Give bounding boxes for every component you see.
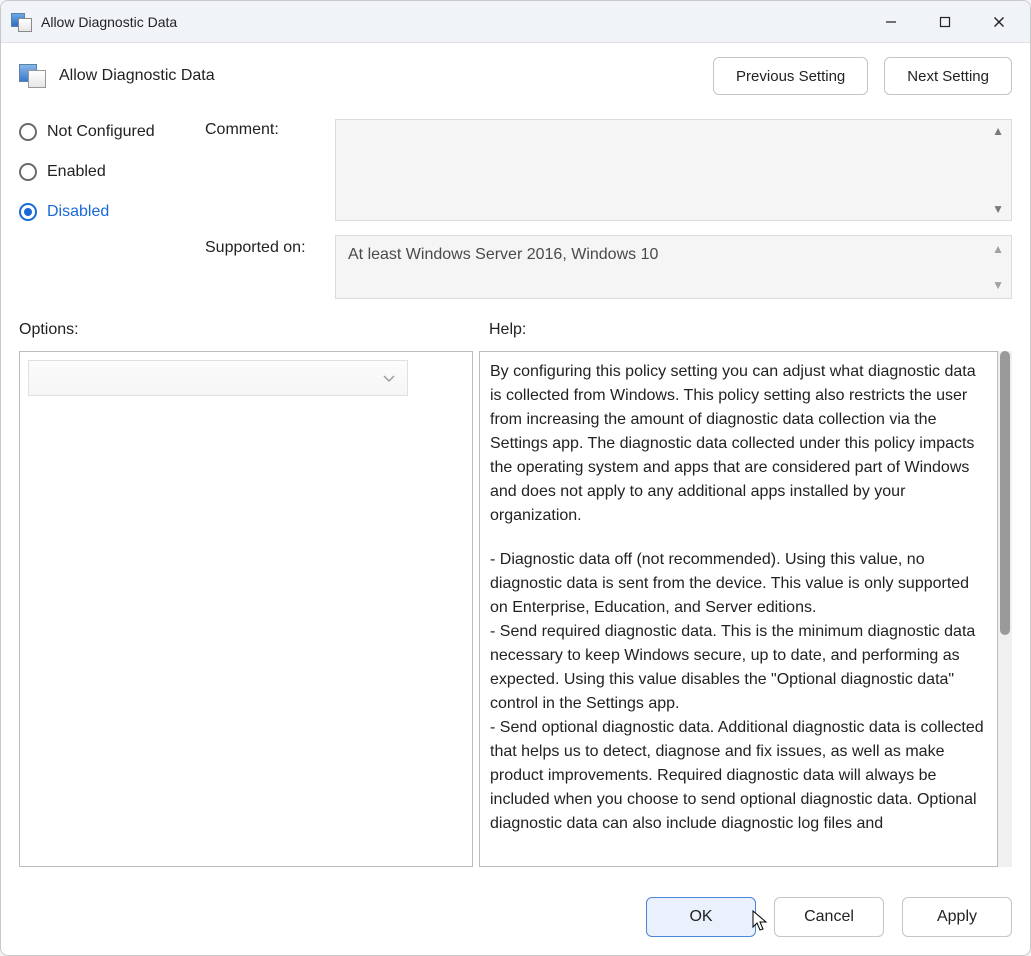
help-panel: By configuring this policy setting you c… [479, 351, 998, 867]
radio-icon [19, 203, 37, 221]
radio-icon [19, 123, 37, 141]
help-scrollbar[interactable] [998, 351, 1012, 867]
radio-disabled[interactable]: Disabled [19, 203, 205, 221]
radio-label: Enabled [47, 163, 106, 181]
chevron-down-icon [383, 370, 395, 387]
supported-on-label: Supported on: [205, 221, 335, 299]
panels: By configuring this policy setting you c… [19, 351, 1012, 867]
policy-name: Allow Diagnostic Data [59, 67, 697, 85]
dialog-footer: OK Cancel Apply [1, 881, 1030, 955]
options-label: Options: [19, 321, 479, 339]
section-labels: Options: Help: [19, 321, 1012, 339]
maximize-button[interactable] [918, 1, 972, 43]
help-item: - Diagnostic data off (not recommended).… [490, 548, 987, 620]
top-section: Not Configured Enabled Disabled Comment:… [19, 119, 1012, 299]
supported-on-field: At least Windows Server 2016, Windows 10… [335, 235, 1012, 299]
dialog-window: Allow Diagnostic Data Allow Diagnostic D… [0, 0, 1031, 956]
help-item: - Send optional diagnostic data. Additio… [490, 716, 987, 836]
supported-on-text: At least Windows Server 2016, Windows 10 [348, 246, 658, 264]
policy-icon [11, 13, 31, 31]
header-row: Allow Diagnostic Data Previous Setting N… [19, 57, 1012, 95]
options-panel [19, 351, 473, 867]
comment-textarea[interactable]: ▲ ▼ [335, 119, 1012, 221]
help-label: Help: [479, 321, 1012, 339]
options-dropdown[interactable] [28, 360, 408, 396]
radio-enabled[interactable]: Enabled [19, 163, 205, 181]
help-intro: By configuring this policy setting you c… [490, 360, 987, 528]
comment-label: Comment: [205, 119, 335, 221]
window-title: Allow Diagnostic Data [41, 14, 864, 30]
radio-icon [19, 163, 37, 181]
minimize-button[interactable] [864, 1, 918, 43]
state-radio-group: Not Configured Enabled Disabled [19, 119, 205, 299]
titlebar: Allow Diagnostic Data [1, 1, 1030, 43]
ok-button[interactable]: OK [646, 897, 756, 937]
help-wrap: By configuring this policy setting you c… [479, 351, 1012, 867]
scroll-down-icon[interactable]: ▼ [989, 276, 1007, 294]
radio-label: Disabled [47, 203, 109, 221]
cancel-button[interactable]: Cancel [774, 897, 884, 937]
radio-label: Not Configured [47, 123, 155, 141]
dialog-content: Allow Diagnostic Data Previous Setting N… [1, 43, 1030, 881]
previous-setting-button[interactable]: Previous Setting [713, 57, 868, 95]
help-item: - Send required diagnostic data. This is… [490, 620, 987, 716]
close-button[interactable] [972, 1, 1026, 43]
scroll-up-icon[interactable]: ▲ [989, 122, 1007, 140]
radio-not-configured[interactable]: Not Configured [19, 123, 205, 141]
apply-button[interactable]: Apply [902, 897, 1012, 937]
policy-header-icon [19, 64, 47, 88]
window-buttons [864, 1, 1026, 43]
scroll-down-icon[interactable]: ▼ [989, 200, 1007, 218]
scrollbar-thumb[interactable] [1000, 351, 1010, 635]
next-setting-button[interactable]: Next Setting [884, 57, 1012, 95]
scroll-up-icon[interactable]: ▲ [989, 240, 1007, 258]
